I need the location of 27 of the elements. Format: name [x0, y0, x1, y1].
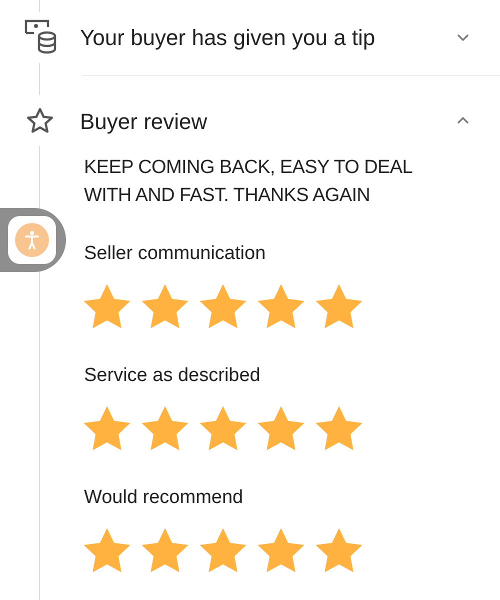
star-icon	[198, 527, 248, 575]
star-icon	[82, 283, 132, 331]
section-title: Your buyer has given you a tip	[80, 24, 376, 52]
accessibility-icon	[15, 223, 49, 257]
star-icon	[198, 283, 248, 331]
star-icon	[25, 106, 55, 136]
rating-label: Would recommend	[84, 486, 244, 510]
star-icon	[140, 283, 190, 331]
star-icon	[140, 527, 190, 575]
section-title: Buyer review	[80, 108, 208, 136]
star-icon	[314, 405, 364, 453]
rating-label: Service as described	[84, 364, 262, 388]
star-icon	[82, 527, 132, 575]
star-icon	[256, 405, 306, 453]
screen-coins-icon	[23, 19, 57, 55]
star-icon	[314, 527, 364, 575]
star-icon	[82, 405, 132, 453]
star-icon	[314, 283, 364, 331]
star-icon	[256, 283, 306, 331]
star-icon	[198, 405, 248, 453]
accessibility-button[interactable]	[0, 208, 66, 272]
rating-label: Seller communication	[84, 242, 267, 266]
chevron-icon[interactable]	[456, 116, 470, 126]
review-text: KEEP COMING BACK, EASY TO DEAL WITH AND FAST. THANKS AGAIN	[84, 156, 414, 208]
star-icon	[256, 527, 306, 575]
chevron-icon[interactable]	[456, 32, 470, 42]
star-icon	[140, 405, 190, 453]
